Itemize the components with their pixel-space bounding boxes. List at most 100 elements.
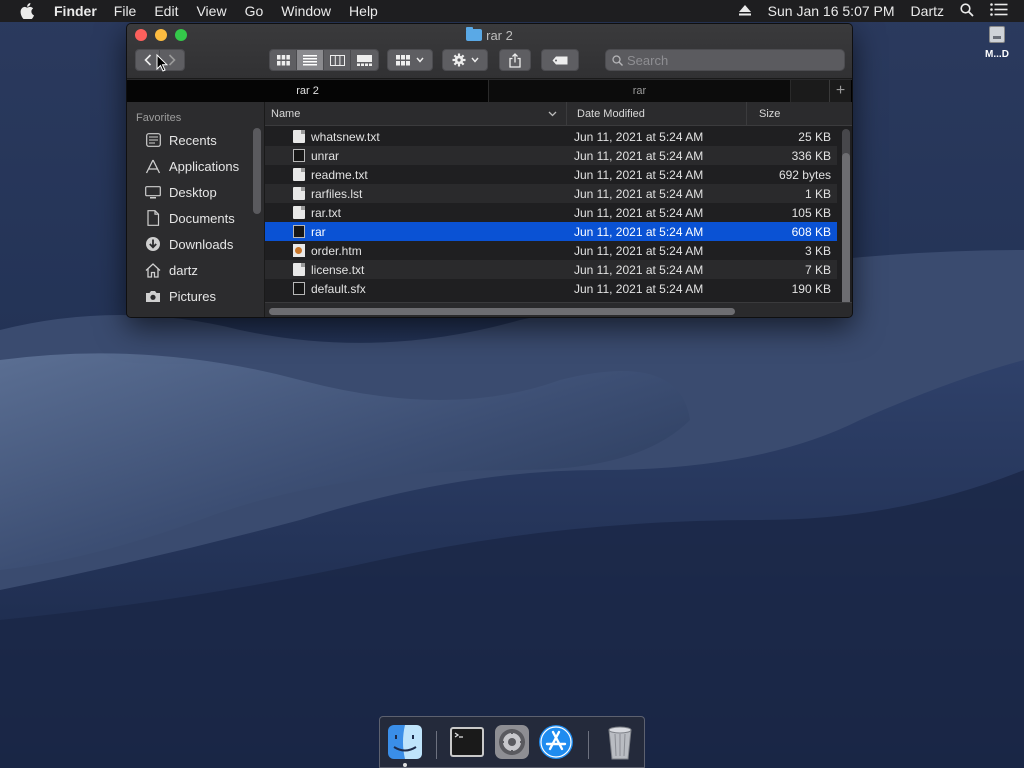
horizontal-scroll-thumb[interactable]: [269, 308, 735, 315]
file-name: license.txt: [311, 262, 365, 277]
menu-view[interactable]: View: [196, 0, 226, 22]
tab-rar-2[interactable]: rar 2: [127, 80, 489, 102]
menu-file[interactable]: File: [114, 0, 137, 22]
notification-center-icon[interactable]: [990, 3, 1008, 19]
gear-icon: [452, 53, 465, 67]
new-tab-button[interactable]: +: [829, 80, 851, 102]
file-date: Jun 11, 2021 at 5:24 AM: [574, 243, 704, 258]
sidebar-heading-favorites: Favorites: [136, 112, 182, 124]
file-row[interactable]: rarfiles.lst Jun 11, 2021 at 5:24 AM 1 K…: [265, 184, 837, 203]
file-name: rarfiles.lst: [311, 186, 363, 201]
sidebar-scrollbar[interactable]: [253, 128, 261, 214]
share-icon: [509, 52, 521, 68]
sidebar-item-recents[interactable]: Recents: [127, 127, 264, 153]
sidebar-item-label: Desktop: [169, 184, 217, 200]
column-name[interactable]: Name: [271, 102, 565, 126]
chevron-left-icon: [143, 54, 151, 66]
dock-terminal[interactable]: [448, 723, 486, 761]
mouse-cursor-icon: [156, 54, 168, 72]
tag-button[interactable]: [541, 49, 579, 71]
file-size: 25 KB: [798, 129, 831, 144]
sidebar-item-applications[interactable]: Applications: [127, 153, 264, 179]
share-button[interactable]: [499, 49, 531, 71]
file-row[interactable]: readme.txt Jun 11, 2021 at 5:24 AM 692 b…: [265, 165, 837, 184]
dock-trash[interactable]: [601, 723, 639, 761]
icon-view-button[interactable]: [270, 50, 297, 70]
group-by-button[interactable]: [387, 49, 433, 71]
vertical-scroll-thumb[interactable]: [842, 153, 850, 315]
sidebar: Favorites Recents Applications Desktop D…: [127, 102, 265, 317]
html-file-icon: [293, 244, 305, 257]
dock-app-store[interactable]: [537, 723, 575, 761]
menubar-clock[interactable]: Sun Jan 16 5:07 PM: [768, 3, 895, 19]
documents-icon: [145, 210, 161, 226]
sidebar-item-pictures[interactable]: Pictures: [127, 283, 264, 309]
sidebar-item-label: Documents: [169, 210, 235, 226]
menu-app-finder[interactable]: Finder: [54, 0, 97, 22]
file-row[interactable]: unrar Jun 11, 2021 at 5:24 AM 336 KB: [265, 146, 837, 165]
file-size: 7 KB: [804, 262, 831, 277]
list-view-button[interactable]: [297, 50, 324, 70]
list-icon: [303, 54, 317, 65]
sidebar-item-documents[interactable]: Documents: [127, 205, 264, 231]
file-name: rar: [311, 224, 326, 239]
file-row-selected[interactable]: rar Jun 11, 2021 at 5:24 AM 608 KB: [265, 222, 837, 241]
apple-menu-icon[interactable]: [20, 0, 36, 22]
file-name: readme.txt: [311, 167, 368, 182]
horizontal-scrollbar[interactable]: [265, 302, 852, 317]
vertical-scrollbar[interactable]: [842, 129, 850, 317]
sidebar-item-downloads[interactable]: Downloads: [127, 231, 264, 257]
folder-icon: [466, 27, 483, 41]
sidebar-item-desktop[interactable]: Desktop: [127, 179, 264, 205]
file-size: 608 KB: [791, 224, 831, 239]
sort-chevron-down-icon[interactable]: [548, 111, 557, 117]
menu-go[interactable]: Go: [245, 0, 264, 22]
dock-separator: [588, 731, 589, 759]
action-menu-button[interactable]: [442, 49, 488, 71]
menu-bar: Finder File Edit View Go Window Help Sun…: [0, 0, 1024, 22]
dock-system-preferences[interactable]: [493, 723, 531, 761]
menubar-user[interactable]: Dartz: [911, 3, 944, 19]
file-date: Jun 11, 2021 at 5:24 AM: [574, 205, 704, 220]
search-icon: [612, 54, 623, 66]
column-size[interactable]: Size: [746, 102, 810, 126]
eject-icon[interactable]: [738, 3, 752, 19]
columns-icon: [329, 54, 345, 66]
sidebar-item-dartz[interactable]: dartz: [127, 257, 264, 283]
dock-finder[interactable]: [386, 723, 424, 761]
dock: [379, 716, 645, 768]
trash-icon: [608, 726, 632, 760]
executable-file-icon: [293, 149, 305, 162]
tab-rar[interactable]: rar: [489, 80, 791, 102]
file-size: 105 KB: [791, 205, 831, 220]
file-date: Jun 11, 2021 at 5:24 AM: [574, 186, 704, 201]
gallery-view-button[interactable]: [351, 50, 378, 70]
file-row[interactable]: default.sfx Jun 11, 2021 at 5:24 AM 190 …: [265, 279, 837, 298]
file-rows: whatsnew.txt Jun 11, 2021 at 5:24 AM 25 …: [265, 127, 837, 298]
file-date: Jun 11, 2021 at 5:24 AM: [574, 129, 704, 144]
sidebar-item-label: Applications: [169, 158, 240, 174]
file-date: Jun 11, 2021 at 5:24 AM: [574, 281, 704, 296]
text-file-icon: [293, 187, 305, 200]
file-row[interactable]: license.txt Jun 11, 2021 at 5:24 AM 7 KB: [265, 260, 837, 279]
file-date: Jun 11, 2021 at 5:24 AM: [574, 224, 704, 239]
search-field[interactable]: [605, 49, 845, 71]
executable-file-icon: [293, 225, 305, 238]
gallery-icon: [357, 54, 372, 66]
text-file-icon: [293, 168, 305, 181]
column-date-modified[interactable]: Date Modified: [566, 102, 746, 126]
file-row[interactable]: rar.txt Jun 11, 2021 at 5:24 AM 105 KB: [265, 203, 837, 222]
desktop-disk-item[interactable]: M...D: [978, 26, 1016, 60]
file-row[interactable]: order.htm Jun 11, 2021 at 5:24 AM 3 KB: [265, 241, 837, 260]
column-view-button[interactable]: [324, 50, 351, 70]
recents-icon: [145, 132, 161, 148]
menu-help[interactable]: Help: [349, 0, 378, 22]
file-row[interactable]: whatsnew.txt Jun 11, 2021 at 5:24 AM 25 …: [265, 127, 837, 146]
file-name: order.htm: [311, 243, 362, 258]
menu-edit[interactable]: Edit: [154, 0, 178, 22]
search-input[interactable]: [627, 52, 827, 68]
applications-icon: [145, 158, 161, 174]
sidebar-item-label: dartz: [169, 262, 198, 278]
menu-window[interactable]: Window: [281, 0, 331, 22]
spotlight-search-icon[interactable]: [960, 2, 974, 20]
